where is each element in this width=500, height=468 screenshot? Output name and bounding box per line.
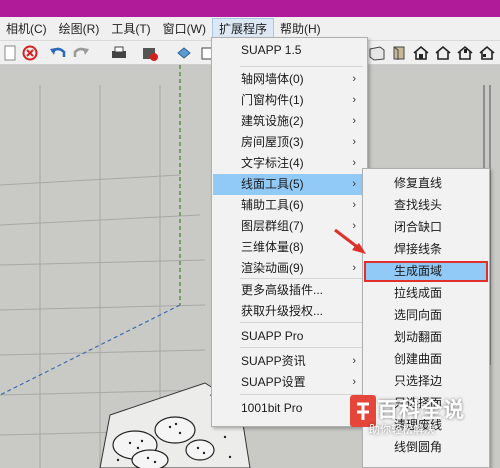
callout-arrow bbox=[334, 228, 366, 254]
submenu-item-label: 焊接线条 bbox=[394, 242, 443, 256]
submenu-item-label: 选同向面 bbox=[394, 308, 443, 322]
extensions-menu-item[interactable]: 辅助工具(6) › bbox=[213, 195, 366, 216]
submenu-item-label: 划动翻面 bbox=[394, 330, 443, 344]
menu-tools[interactable]: 工具(T) bbox=[105, 18, 156, 40]
extensions-menu-item[interactable]: 建筑设施(2) › bbox=[213, 111, 366, 132]
chevron-right-icon: › bbox=[352, 136, 356, 148]
extensions-menu-item-label: 渲染动画(9) bbox=[241, 261, 304, 275]
axis-lines bbox=[0, 65, 181, 396]
menu-separator bbox=[240, 347, 363, 348]
submenu-item-label: 创建曲面 bbox=[394, 352, 443, 366]
chevron-right-icon: › bbox=[352, 178, 356, 190]
watermark-title: 百科全说 bbox=[377, 399, 465, 422]
submenu-item[interactable]: 拉线成面 bbox=[364, 283, 488, 304]
extensions-menu-item[interactable]: 文字标注(4) › bbox=[213, 153, 366, 174]
extensions-menu-item-label: SUAPP Pro bbox=[241, 329, 304, 343]
erase-icon[interactable] bbox=[21, 44, 39, 62]
extensions-menu-item-label: 辅助工具(6) bbox=[241, 198, 304, 212]
menu-separator bbox=[240, 66, 363, 67]
chevron-right-icon: › bbox=[352, 355, 356, 367]
chevron-right-icon: › bbox=[352, 199, 356, 211]
extensions-menu-item-label: 图层群组(7) bbox=[241, 219, 304, 233]
menu-window[interactable]: 窗口(W) bbox=[157, 18, 212, 40]
front-view-icon[interactable] bbox=[368, 44, 386, 62]
house-outline-icon[interactable] bbox=[434, 44, 452, 62]
menu-draw[interactable]: 绘图(R) bbox=[53, 18, 106, 40]
extensions-menu-item-label: 轴网墙体(0) bbox=[241, 72, 304, 86]
chevron-right-icon: › bbox=[352, 157, 356, 169]
extensions-menu-item-label: 房间屋顶(3) bbox=[241, 135, 304, 149]
house-side-icon[interactable] bbox=[478, 44, 496, 62]
extensions-menu-item[interactable]: 获取升级授权... bbox=[213, 301, 366, 322]
extensions-menu-item-label: 获取升级授权... bbox=[241, 304, 324, 318]
extensions-menu-item-label: SUAPP 1.5 bbox=[241, 43, 302, 57]
extensions-menu-item-label: 建筑设施(2) bbox=[241, 114, 304, 128]
submenu-item[interactable]: 划动翻面 bbox=[364, 327, 488, 348]
extensions-menu-item[interactable]: 1001bit Pro bbox=[213, 398, 366, 419]
submenu-item[interactable]: 选同向面 bbox=[364, 305, 488, 326]
submenu-item[interactable]: 焊接线条 bbox=[364, 239, 488, 260]
submenu-item[interactable]: 查找线头 bbox=[364, 195, 488, 216]
extensions-menu-item-label: 更多高级插件... bbox=[241, 283, 324, 297]
extensions-menu-item[interactable]: 门窗构件(1) › bbox=[213, 90, 366, 111]
extensions-menu-item[interactable]: 线面工具(5) › bbox=[213, 174, 366, 195]
chevron-right-icon: › bbox=[352, 73, 356, 85]
menu-separator bbox=[240, 322, 363, 323]
extensions-menu-item[interactable]: 房间屋顶(3) › bbox=[213, 132, 366, 153]
chevron-right-icon: › bbox=[352, 94, 356, 106]
undo-icon[interactable] bbox=[49, 44, 67, 62]
component-icon[interactable] bbox=[175, 44, 193, 62]
extensions-menu-item[interactable]: SUAPP Pro bbox=[213, 326, 366, 347]
redo-icon[interactable] bbox=[72, 44, 90, 62]
submenu-item[interactable]: 修复直线 bbox=[364, 173, 488, 194]
submenu-item-highlighted[interactable]: 生成面域 bbox=[364, 261, 488, 282]
submenu-item-label: 闭合缺口 bbox=[394, 220, 443, 234]
extensions-menu-item-label: SUAPP资讯 bbox=[241, 354, 306, 368]
submenu-item[interactable]: 闭合缺口 bbox=[364, 217, 488, 238]
submenu-item-label: 修复直线 bbox=[394, 176, 443, 190]
house-back-icon[interactable] bbox=[456, 44, 474, 62]
iso-view-icon[interactable] bbox=[390, 44, 408, 62]
extensions-menu-item[interactable]: 更多高级插件... bbox=[213, 280, 366, 301]
extensions-menu-item-label: 1001bit Pro bbox=[241, 401, 303, 415]
page-icon[interactable] bbox=[1, 44, 19, 62]
extensions-menu-item-label: 门窗构件(1) bbox=[241, 93, 304, 107]
extensions-menu-item[interactable]: 轴网墙体(0) › bbox=[213, 69, 366, 90]
extensions-menu-item-label: 文字标注(4) bbox=[241, 156, 304, 170]
chevron-right-icon: › bbox=[352, 376, 356, 388]
submenu-item-label: 查找线头 bbox=[394, 198, 443, 212]
model-info-icon[interactable] bbox=[141, 44, 159, 62]
window-title-bar bbox=[0, 0, 500, 17]
menu-camera[interactable]: 相机(C) bbox=[0, 18, 53, 40]
submenu-item-label: 拉线成面 bbox=[394, 286, 443, 300]
print-icon[interactable] bbox=[110, 44, 128, 62]
menu-separator bbox=[240, 394, 363, 395]
watermark-logo: 百科全说 助你轻松解决 bbox=[349, 392, 467, 444]
chevron-right-icon: › bbox=[352, 115, 356, 127]
submenu-item-label: 只选择边 bbox=[394, 374, 443, 388]
house-view-icon[interactable] bbox=[412, 44, 430, 62]
watermark-subtitle: 助你轻松解决 bbox=[369, 424, 435, 436]
submenu-item-label: 生成面域 bbox=[394, 264, 443, 278]
extensions-menu-item-label: 线面工具(5) bbox=[241, 177, 304, 191]
extensions-menu-item[interactable]: SUAPP 1.5 bbox=[213, 40, 366, 61]
submenu-item[interactable]: 只选择边 bbox=[364, 371, 488, 392]
extensions-menu-item-label: 三维体量(8) bbox=[241, 240, 304, 254]
submenu-item[interactable]: 创建曲面 bbox=[364, 349, 488, 370]
extensions-menu-item-label: SUAPP设置 bbox=[241, 375, 306, 389]
extensions-menu-item[interactable]: SUAPP资讯 › bbox=[213, 351, 366, 372]
extensions-menu-item[interactable]: SUAPP设置 › bbox=[213, 372, 366, 393]
